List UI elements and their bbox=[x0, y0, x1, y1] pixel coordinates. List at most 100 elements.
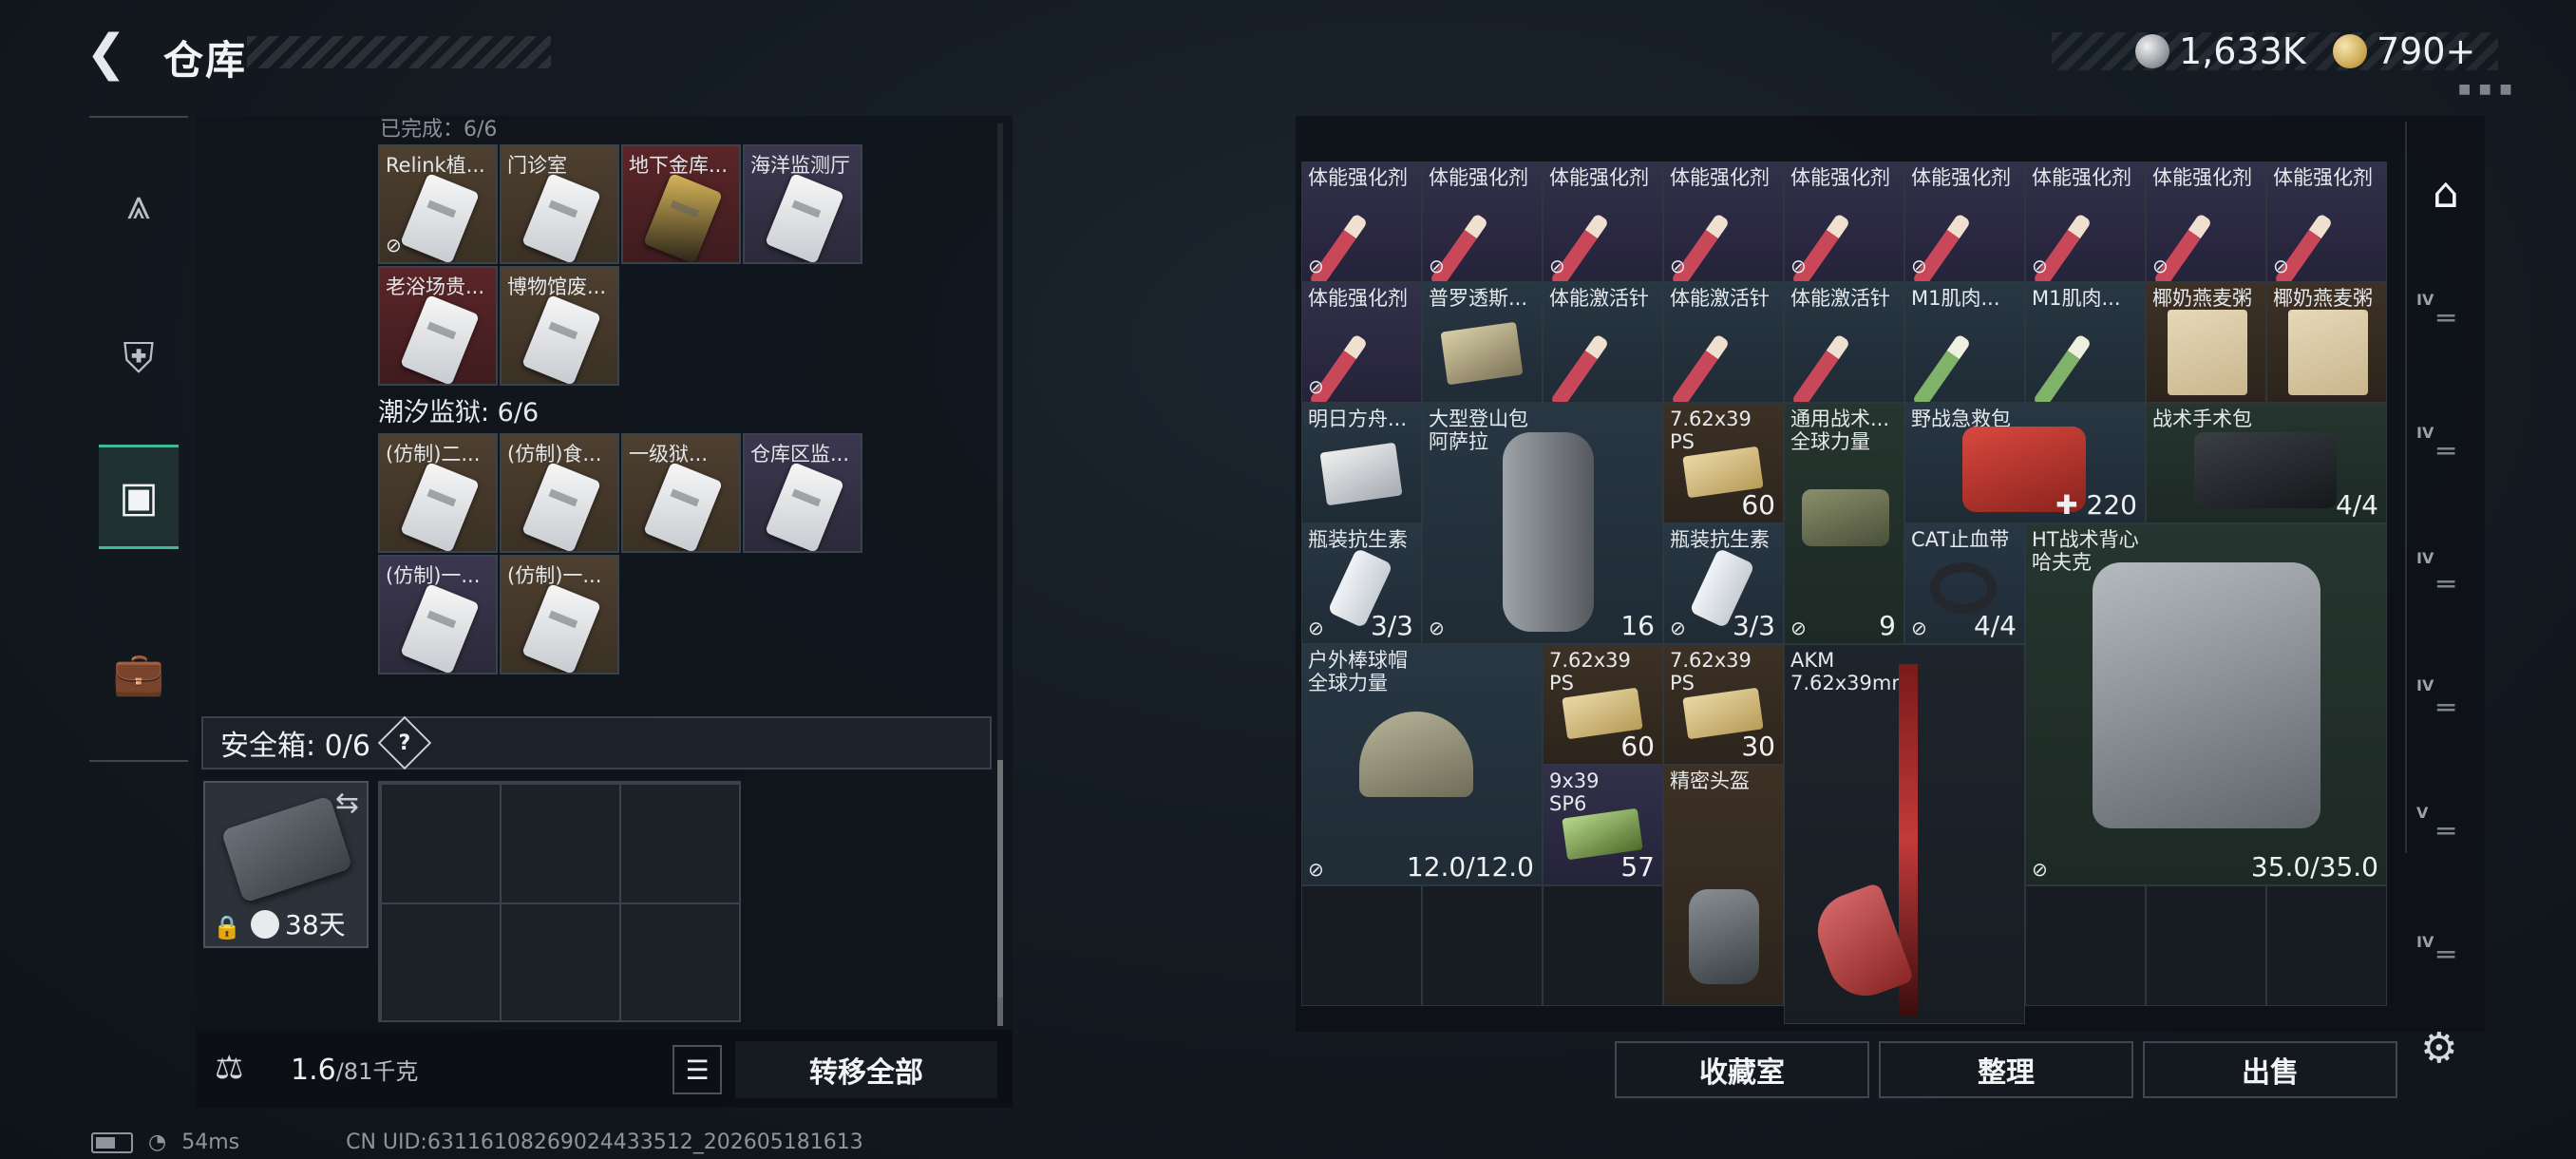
cap-item[interactable]: 户外棒球帽 全球力量 12.0/12.0 ⊘ bbox=[1301, 644, 1543, 885]
vest-item[interactable]: HT战术背心 哈夫克 35.0/35.0 ⊘ bbox=[2025, 523, 2387, 885]
firstaid-item[interactable]: 野战急救包 ✚ 220 bbox=[1904, 403, 2146, 523]
empty-slot[interactable] bbox=[1543, 885, 1663, 1006]
category-backpack[interactable]: ▣ bbox=[99, 445, 179, 549]
inventory-item[interactable]: CAT止血带 4/4 ⊘ bbox=[1904, 523, 2025, 644]
category-items[interactable]: 💼 bbox=[99, 621, 179, 726]
empty-slot[interactable] bbox=[2266, 885, 2387, 1006]
empty-slot[interactable] bbox=[1422, 885, 1543, 1006]
inventory-item[interactable]: 体能激活针 bbox=[1784, 282, 1904, 403]
inventory-item[interactable]: 体能激活针 bbox=[1543, 282, 1663, 403]
inventory-item[interactable]: 9x39 SP6 57 bbox=[1543, 765, 1663, 885]
swap-icon[interactable]: ⇆ bbox=[335, 787, 359, 820]
item-label: CAT止血带 bbox=[1911, 528, 2010, 551]
akm-item[interactable]: AKM 7.62x39mm bbox=[1784, 644, 2025, 1024]
inventory-item[interactable]: 明日方舟... bbox=[1301, 403, 1422, 523]
inventory-item[interactable]: 7.62x39 PS 60 bbox=[1543, 644, 1663, 765]
inventory-item[interactable]: 体能强化剂 ⊘ bbox=[1422, 162, 1543, 282]
inventory-item[interactable]: 体能强化剂 ⊘ bbox=[1904, 162, 2025, 282]
item-label: 7.62x39 PS bbox=[1670, 649, 1752, 694]
empty-slot[interactable] bbox=[2146, 885, 2266, 1006]
no-trade-icon: ⊘ bbox=[2032, 858, 2048, 881]
sort-button[interactable]: 整理 bbox=[1879, 1041, 2133, 1098]
key-card-cell[interactable]: 博物馆废... bbox=[500, 266, 619, 386]
inventory-item[interactable]: 普罗透斯... bbox=[1422, 282, 1543, 403]
syringe-icon bbox=[1911, 333, 1972, 402]
no-trade-icon: ⊘ bbox=[1790, 617, 1807, 639]
item-label: 户外棒球帽 全球力量 bbox=[1308, 649, 1408, 694]
tactical-bag-item[interactable]: 通用战术... 全球力量 9 ⊘ bbox=[1784, 403, 1904, 644]
inventory-item[interactable]: 瓶装抗生素 3/3 ⊘ bbox=[1301, 523, 1422, 644]
item-label: 体能强化剂 bbox=[1429, 166, 1528, 189]
item-label: 体能强化剂 bbox=[2152, 166, 2252, 189]
syringe-icon bbox=[1790, 333, 1851, 402]
rail-weapon-tab[interactable]: ═ bbox=[2413, 788, 2479, 874]
inventory-item[interactable]: 体能强化剂 ⊘ bbox=[1301, 282, 1422, 403]
safe-box-grid[interactable] bbox=[378, 781, 741, 1022]
collection-room-button[interactable]: 收藏室 bbox=[1615, 1041, 1869, 1098]
group-title: 潮汐监狱: 6/6 bbox=[378, 398, 540, 428]
inventory-item[interactable]: 椰奶燕麦粥 bbox=[2266, 282, 2387, 403]
backpack-item[interactable]: 大型登山包 阿萨拉 16 ⊘ bbox=[1422, 403, 1663, 644]
inventory-item[interactable]: M1肌肉... bbox=[2025, 282, 2146, 403]
helmet-item[interactable]: 精密头盔 bbox=[1663, 765, 1784, 1006]
key-card-icon bbox=[643, 173, 723, 262]
rail-weapon-tab[interactable]: ═ bbox=[2413, 276, 2479, 361]
list-icon: ☰ bbox=[685, 1054, 710, 1086]
weight-max: /81千克 bbox=[335, 1058, 419, 1085]
key-card-cell[interactable]: 地下金库... bbox=[621, 144, 741, 264]
key-card-icon bbox=[400, 462, 480, 551]
helmet-shape-icon bbox=[1689, 889, 1759, 984]
inventory-item[interactable]: 体能强化剂 ⊘ bbox=[1301, 162, 1422, 282]
list-view-button[interactable]: ☰ bbox=[672, 1045, 722, 1094]
gear-icon[interactable]: ⚙ bbox=[2420, 1024, 2457, 1073]
sell-button[interactable]: 出售 bbox=[2143, 1041, 2397, 1098]
inventory-item[interactable]: 体能强化剂 ⊘ bbox=[2025, 162, 2146, 282]
inventory-item[interactable]: 体能强化剂 ⊘ bbox=[2266, 162, 2387, 282]
gold-currency[interactable]: 790+ bbox=[2333, 28, 2475, 74]
item-label: (仿制)一... bbox=[507, 564, 602, 587]
silver-currency[interactable]: 1,633K bbox=[2135, 28, 2306, 74]
help-icon[interactable]: ? bbox=[377, 715, 432, 770]
rail-weapon-tab[interactable]: ═ bbox=[2413, 408, 2479, 494]
key-card-cell[interactable]: (仿制)一... bbox=[378, 555, 498, 674]
inventory-item[interactable]: 体能强化剂 ⊘ bbox=[1543, 162, 1663, 282]
key-card-cell[interactable]: 仓库区监... bbox=[743, 433, 862, 553]
inventory-item[interactable]: 7.62x39 PS 30 bbox=[1663, 644, 1784, 765]
key-card-cell[interactable]: 老浴场贵... bbox=[378, 266, 498, 386]
warehouse-tab[interactable]: ⌂ bbox=[2413, 150, 2479, 236]
surgical-kit-item[interactable]: 战术手术包 4/4 bbox=[2146, 403, 2387, 523]
uid-text: CN UID:63116108269024433512_202605181613 bbox=[346, 1130, 863, 1154]
transfer-all-button[interactable]: 转移全部 bbox=[735, 1041, 997, 1098]
no-trade-icon: ⊘ bbox=[2032, 255, 2048, 277]
weight-value: 1.6 bbox=[291, 1054, 336, 1087]
safe-case-slot[interactable]: ⇆ 🔒 38天 bbox=[203, 781, 369, 948]
rifle-rail-icon: ═ bbox=[2436, 938, 2455, 972]
no-trade-icon: ⊘ bbox=[1670, 617, 1686, 639]
key-card-cell[interactable]: 一级狱... bbox=[621, 433, 741, 553]
category-weapons[interactable]: ⩓ bbox=[99, 152, 179, 256]
page-title: 仓库 bbox=[163, 37, 248, 84]
item-label: 仓库区监... bbox=[750, 443, 850, 466]
key-card-cell[interactable]: 门诊室 bbox=[500, 144, 619, 264]
empty-slot[interactable] bbox=[2025, 885, 2146, 1006]
inventory-item[interactable]: 体能强化剂 ⊘ bbox=[1663, 162, 1784, 282]
left-scrollbar-thumb[interactable] bbox=[997, 760, 1003, 1026]
empty-slot[interactable] bbox=[1301, 885, 1422, 1006]
key-card-cell[interactable]: Relink植... ⊘ bbox=[378, 144, 498, 264]
key-card-cell[interactable]: 海洋监测厅 bbox=[743, 144, 862, 264]
back-button[interactable]: ❮ bbox=[85, 27, 139, 80]
item-label: 门诊室 bbox=[507, 154, 567, 177]
food-bag-icon bbox=[2288, 310, 2368, 395]
key-card-cell[interactable]: (仿制)二... bbox=[378, 433, 498, 553]
inventory-item[interactable]: 瓶装抗生素 3/3 ⊘ bbox=[1663, 523, 1784, 644]
inventory-item[interactable]: 体能激活针 bbox=[1663, 282, 1784, 403]
key-card-cell[interactable]: (仿制)一... bbox=[500, 555, 619, 674]
key-card-cell[interactable]: (仿制)食... bbox=[500, 433, 619, 553]
inventory-item[interactable]: M1肌肉... bbox=[1904, 282, 2025, 403]
category-armor[interactable]: ⛨ bbox=[99, 306, 179, 410]
inventory-item[interactable]: 椰奶燕麦粥 bbox=[2146, 282, 2266, 403]
inventory-item[interactable]: 7.62x39 PS 60 bbox=[1663, 403, 1784, 523]
inventory-item[interactable]: 体能强化剂 ⊘ bbox=[1784, 162, 1904, 282]
inventory-item[interactable]: 体能强化剂 ⊘ bbox=[2146, 162, 2266, 282]
rail-weapon-tab[interactable]: ═ bbox=[2413, 912, 2479, 998]
